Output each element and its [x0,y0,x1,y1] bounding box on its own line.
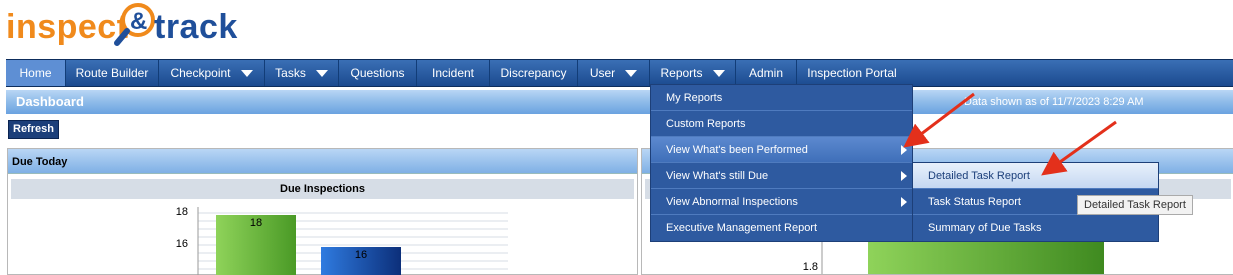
y-tick-label: 16 [176,238,188,250]
menu-item-my-reports[interactable]: My Reports [651,85,912,111]
chevron-right-icon [901,197,907,207]
y-tick-label: 18 [176,206,188,218]
red-arrow-icon [1041,120,1117,176]
nav-incident[interactable]: Incident [417,60,490,86]
y-tick-label: 1.8 [803,261,818,273]
logo: inspect & track [6,2,238,58]
chevron-down-icon [315,70,328,78]
menu-item-view-still-due[interactable]: View What's still Due [651,163,912,189]
panel-header: Due Today [8,149,637,174]
chart-title: Due Inspections [11,179,634,199]
bar-1-label: 18 [250,217,262,229]
menu-item-view-performed[interactable]: View What's been Performed [651,137,912,163]
menu-item-executive-report[interactable]: Executive Management Report [651,215,912,241]
refresh-button[interactable]: Refresh [8,120,59,139]
logo-text-inspect: inspect [6,8,129,46]
nav-reports[interactable]: Reports [650,60,736,86]
nav-admin[interactable]: Admin [736,60,797,86]
nav-user[interactable]: User [578,60,650,86]
logo-text-track: track [154,8,238,46]
nav-tasks[interactable]: Tasks [265,60,339,86]
main-nav: Home Route Builder Checkpoint Tasks Ques… [6,59,1233,87]
chevron-down-icon [712,70,725,78]
red-arrow-icon [903,92,975,148]
due-inspections-chart: 18 16 18 16 [176,206,508,275]
due-today-panel: Due Today Due Inspections 18 16 18 16 [7,148,638,275]
magnifier-logo-icon: & [114,3,155,46]
page-title: Dashboard [16,94,84,109]
svg-text:&: & [130,8,147,35]
nav-home[interactable]: Home [6,60,66,86]
nav-checkpoint[interactable]: Checkpoint [159,60,265,86]
submenu-item-summary-due-tasks[interactable]: Summary of Due Tasks [913,215,1158,241]
reports-dropdown-menu: My Reports Custom Reports View What's be… [650,84,913,242]
menu-item-custom-reports[interactable]: Custom Reports [651,111,912,137]
nav-route-builder[interactable]: Route Builder [66,60,159,86]
menu-item-view-abnormal[interactable]: View Abnormal Inspections [651,189,912,215]
tooltip: Detailed Task Report [1077,195,1193,215]
nav-questions[interactable]: Questions [339,60,417,86]
nav-discrepancy[interactable]: Discrepancy [490,60,578,86]
bar-1 [868,239,1104,274]
chevron-down-icon [625,70,638,78]
nav-inspection-portal[interactable]: Inspection Portal [797,60,907,86]
panel-title: Due Today [12,156,68,168]
chevron-down-icon [240,70,253,78]
annotation-arrows [903,92,1117,176]
bar-2-label: 16 [355,249,367,261]
